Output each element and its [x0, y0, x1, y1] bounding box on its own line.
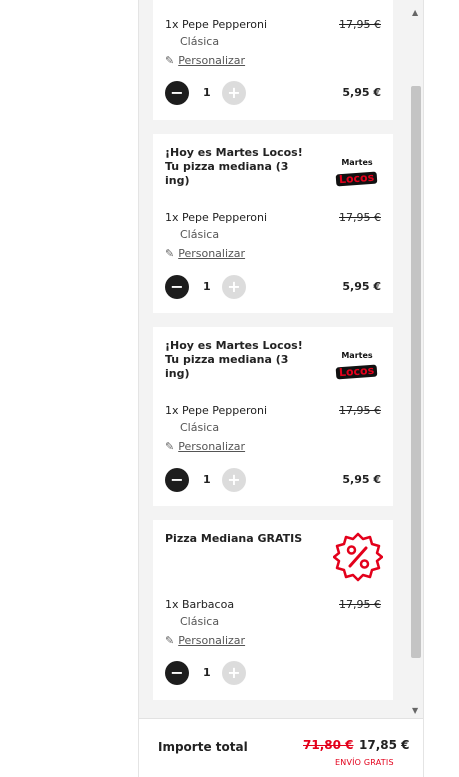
item-variant: Clásica	[180, 615, 220, 628]
decrease-quantity-button[interactable]: −	[165, 275, 189, 299]
pencil-icon: ✎	[165, 440, 175, 453]
pencil-icon: ✎	[165, 54, 175, 67]
increase-quantity-button[interactable]: +	[222, 81, 246, 105]
personalize-label: Personalizar	[178, 54, 246, 67]
scrollbar-thumb[interactable]	[411, 86, 421, 658]
increase-quantity-button[interactable]: +	[222, 275, 246, 299]
logo-line-1: Martes	[341, 351, 373, 360]
pencil-icon: ✎	[165, 634, 175, 647]
personalize-label: Personalizar	[178, 634, 246, 647]
cart-item-card: ¡Hoy es Martes Locos! Tu pizza mediana (…	[153, 327, 393, 506]
item-name: 1x Barbacoa	[165, 598, 235, 611]
cart-total-footer: Importe total 71,80 € 17,85 € ENVÍO GRAT…	[139, 718, 423, 777]
logo-line-2: Locos	[336, 364, 378, 380]
quantity-stepper: − 1 + 5,95 €	[165, 81, 381, 105]
personalize-link[interactable]: ✎ Personalizar	[165, 440, 245, 453]
item-name: 1x Pepe Pepperoni	[165, 211, 268, 224]
personalize-label: Personalizar	[178, 247, 246, 260]
cart-item-card: ¡Hoy es Martes Locos! Tu pizza mediana (…	[153, 134, 393, 313]
cart-item-card: Pizza Mediana GRATIS 1x Barbacoa 17,95 €…	[153, 520, 393, 700]
increase-quantity-button[interactable]: +	[222, 468, 246, 492]
logo-line-1: Martes	[341, 158, 373, 167]
total-price: 17,85 €	[359, 738, 410, 752]
item-old-price: 17,95 €	[339, 211, 381, 224]
increase-quantity-button[interactable]: +	[222, 661, 246, 685]
item-name: 1x Pepe Pepperoni	[165, 404, 268, 417]
promo-title: ¡Hoy es Martes Locos! Tu pizza mediana (…	[165, 339, 303, 380]
martes-locos-logo: Martes Locos	[335, 158, 379, 187]
cart-item-card: 1x Pepe Pepperoni 17,95 € Clásica ✎ Pers…	[153, 0, 393, 120]
cart-panel: 1x Pepe Pepperoni 17,95 € Clásica ✎ Pers…	[138, 0, 424, 777]
scroll-down-arrow-icon[interactable]: ▼	[412, 706, 418, 715]
cart-items-list[interactable]: 1x Pepe Pepperoni 17,95 € Clásica ✎ Pers…	[139, 0, 409, 718]
logo-line-2: Locos	[336, 171, 378, 187]
item-variant: Clásica	[180, 35, 220, 48]
item-name: 1x Pepe Pepperoni	[165, 18, 268, 31]
quantity-value: 1	[203, 86, 211, 99]
discount-percent-badge-icon	[333, 532, 383, 582]
personalize-link[interactable]: ✎ Personalizar	[165, 54, 245, 67]
decrease-quantity-button[interactable]: −	[165, 468, 189, 492]
decrease-quantity-button[interactable]: −	[165, 661, 189, 685]
promo-title: ¡Hoy es Martes Locos! Tu pizza mediana (…	[165, 146, 303, 187]
line-price: 5,95 €	[342, 473, 381, 486]
pencil-icon: ✎	[165, 247, 175, 260]
quantity-stepper: − 1 + 5,95 €	[165, 468, 381, 492]
item-old-price: 17,95 €	[339, 598, 381, 611]
old-total-price: 71,80 €	[303, 738, 354, 752]
martes-locos-logo: Martes Locos	[335, 351, 379, 380]
promo-title: Pizza Mediana GRATIS	[165, 532, 303, 545]
line-price: 5,95 €	[342, 280, 381, 293]
line-price: 5,95 €	[342, 86, 381, 99]
quantity-value: 1	[203, 473, 211, 486]
quantity-stepper: − 1 + 5,95 €	[165, 275, 381, 299]
personalize-link[interactable]: ✎ Personalizar	[165, 247, 245, 260]
decrease-quantity-button[interactable]: −	[165, 81, 189, 105]
item-old-price: 17,95 €	[339, 404, 381, 417]
total-label: Importe total	[158, 740, 248, 754]
quantity-value: 1	[203, 280, 211, 293]
item-variant: Clásica	[180, 421, 220, 434]
item-old-price: 17,95 €	[339, 18, 381, 31]
scroll-up-arrow-icon[interactable]: ▲	[412, 8, 418, 17]
personalize-link[interactable]: ✎ Personalizar	[165, 634, 245, 647]
quantity-value: 1	[203, 666, 211, 679]
personalize-label: Personalizar	[178, 440, 246, 453]
item-variant: Clásica	[180, 228, 220, 241]
quantity-stepper: − 1 +	[165, 661, 381, 685]
free-delivery-note: ENVÍO GRATIS	[335, 758, 394, 767]
scrollbar[interactable]: ▲ ▼	[409, 0, 423, 718]
